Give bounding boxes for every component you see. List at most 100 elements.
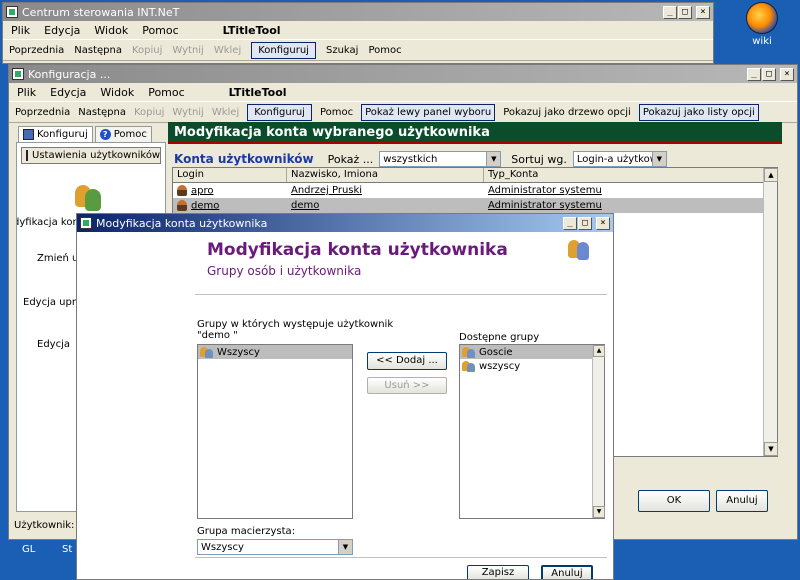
cell-type: Administrator systemu (488, 200, 602, 211)
show-list-button[interactable]: Pokazuj jako listy opcji (638, 103, 759, 121)
prev-button[interactable]: Poprzednia (15, 107, 70, 118)
scroll-up-icon[interactable]: ▲ (764, 168, 778, 182)
chevron-down-icon: ▼ (338, 540, 352, 554)
show-label: Pokaż ... (327, 152, 374, 166)
cut-button[interactable]: Wytnij (172, 107, 203, 118)
available-groups-list[interactable]: Goscie wszyscy ▲ ▼ (459, 344, 605, 519)
table-row[interactable]: apro Andrzej Pruski Administrator system… (173, 183, 777, 198)
window-title: Centrum sterowania INT.NeT (22, 5, 180, 19)
menu-edit[interactable]: Edycja (50, 86, 86, 99)
show-select[interactable]: wszystkich ▼ (379, 151, 502, 167)
scroll-up-icon[interactable]: ▲ (593, 345, 605, 357)
maximize-button[interactable]: □ (578, 216, 592, 230)
cell-login: apro (191, 185, 214, 197)
column-login[interactable]: Login (173, 168, 287, 182)
table-header: Login Nazwisko, Imiona Typ_Konta (173, 168, 777, 183)
cell-login: demo (191, 200, 220, 212)
list-item[interactable]: wszyscy (460, 359, 604, 373)
user-icon (177, 199, 187, 211)
column-name[interactable]: Nazwisko, Imiona (287, 168, 484, 182)
cell-name: demo (291, 200, 320, 211)
configure-button[interactable]: Konfiguruj (247, 103, 312, 121)
search-button[interactable]: Szukaj (326, 45, 358, 56)
copy-button[interactable]: Kopiuj (134, 107, 164, 118)
toolbar: Poprzednia Następna Kopiuj Wytnij Wklej … (9, 101, 797, 123)
dialog-titlebar[interactable]: Modyfikacja konta użytkownika _ □ × (77, 214, 613, 232)
ok-button[interactable]: OK (638, 490, 710, 512)
users-icon (567, 239, 593, 261)
tab-help[interactable]: ? Pomoc (94, 126, 152, 142)
menu-help[interactable]: Pomoc (142, 24, 178, 37)
show-tree-button[interactable]: Pokazuj jako drzewo opcji (503, 107, 631, 118)
sort-select[interactable]: Login-a użytkownika ▼ (572, 151, 667, 167)
scroll-down-icon[interactable]: ▼ (593, 506, 605, 518)
cancel-button[interactable]: Anuluj (716, 490, 768, 512)
toolbar: Poprzednia Następna Kopiuj Wytnij Wklej … (3, 39, 713, 61)
divider (195, 557, 607, 558)
window-title: Konfiguracja ... (28, 67, 111, 81)
paste-button[interactable]: Wklej (214, 45, 241, 56)
menu-file[interactable]: Plik (11, 24, 30, 37)
tab-configure[interactable]: Konfiguruj (18, 126, 93, 142)
control-center-titlebar[interactable]: Centrum sterowania INT.NeT _ □ × (3, 3, 713, 21)
group-name: wszyscy (479, 360, 521, 372)
app-icon (12, 68, 24, 80)
taskbar-item-gl[interactable]: GL (22, 544, 35, 555)
member-groups-label-line1: Grupy w których występuje użytkownik (197, 319, 394, 330)
copy-button[interactable]: Kopiuj (132, 45, 162, 56)
menu-edit[interactable]: Edycja (44, 24, 80, 37)
column-type[interactable]: Typ_Konta (484, 168, 762, 182)
menubar: Plik Edycja Widok Pomoc LTitleTool (9, 83, 797, 101)
tab-label: Pomoc (113, 129, 147, 140)
save-button[interactable]: Zapisz (467, 565, 529, 579)
dialog-subheading: Grupy osób i użytkownika (207, 264, 362, 278)
control-center-window: Centrum sterowania INT.NeT _ □ × Plik Ed… (2, 2, 714, 64)
table-row[interactable]: demo demo Administrator systemu (173, 198, 777, 213)
config-titlebar[interactable]: Konfiguracja ... _ □ × (9, 65, 797, 83)
maximize-button[interactable]: □ (678, 5, 692, 19)
main-header: Modyfikacja konta wybranego użytkownika (168, 122, 782, 144)
paste-button[interactable]: Wklej (212, 107, 239, 118)
dialog-cancel-button[interactable]: Anuluj (541, 565, 593, 579)
close-button[interactable]: × (696, 5, 710, 19)
minimize-button[interactable]: _ (747, 67, 761, 81)
minimize-button[interactable]: _ (563, 216, 577, 230)
divider (195, 294, 607, 295)
scroll-down-icon[interactable]: ▼ (764, 442, 778, 456)
remove-group-button[interactable]: Usuń >> (367, 377, 447, 394)
maximize-button[interactable]: □ (762, 67, 776, 81)
configure-button[interactable]: Konfiguruj (251, 41, 316, 59)
member-groups-list[interactable]: Wszyscy (197, 344, 353, 519)
prev-button[interactable]: Poprzednia (9, 45, 64, 56)
next-button[interactable]: Następna (74, 45, 122, 56)
menubar: Plik Edycja Widok Pomoc LTitleTool (3, 21, 713, 39)
desktop-icon-label: wiki (752, 36, 772, 47)
app-icon (6, 6, 18, 18)
menu-view[interactable]: Widok (94, 24, 128, 37)
list-item[interactable]: Wszyscy (198, 345, 352, 359)
taskbar-item-st[interactable]: St (62, 544, 72, 555)
list-item[interactable]: Goscie (460, 345, 592, 359)
menu-file[interactable]: Plik (17, 86, 36, 99)
available-groups-label: Dostępne grupy (459, 332, 540, 343)
group-icon (200, 346, 214, 358)
parent-group-select[interactable]: Wszyscy ▼ (197, 539, 353, 555)
chevron-down-icon: ▼ (651, 152, 666, 166)
help-button[interactable]: Pomoc (368, 45, 401, 56)
tool-title: LTitleTool (222, 23, 281, 37)
minimize-button[interactable]: _ (663, 5, 677, 19)
add-group-button[interactable]: << Dodaj ... (367, 352, 447, 370)
next-button[interactable]: Następna (78, 107, 126, 118)
table-scrollbar[interactable]: ▲ ▼ (763, 168, 778, 456)
help-button[interactable]: Pomoc (320, 107, 353, 118)
nav-group-header[interactable]: Ustawienia użytkowników i g... (21, 147, 161, 164)
list-scrollbar[interactable]: ▲ ▼ (592, 345, 605, 518)
menu-help[interactable]: Pomoc (148, 86, 184, 99)
close-button[interactable]: × (596, 216, 610, 230)
cut-button[interactable]: Wytnij (172, 45, 203, 56)
member-groups-label-line2: "demo " (197, 330, 238, 341)
close-button[interactable]: × (780, 67, 794, 81)
menu-view[interactable]: Widok (100, 86, 134, 99)
desktop-icon-wiki[interactable]: wiki (732, 2, 792, 47)
show-left-panel-button[interactable]: Pokaż lewy panel wyboru (361, 103, 496, 121)
